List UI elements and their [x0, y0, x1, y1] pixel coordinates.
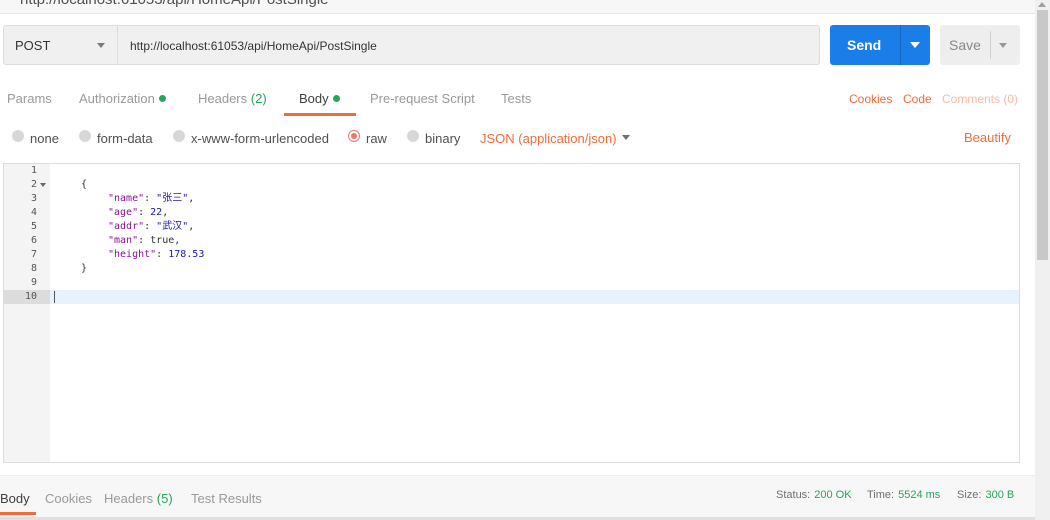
code-line: "addr": "武汉",	[108, 221, 195, 232]
line-number: 9	[30, 277, 37, 288]
status-dot-icon	[332, 95, 340, 102]
json-key: "man"	[108, 235, 139, 246]
active-line-highlight	[50, 290, 1019, 304]
line-number: 5	[30, 221, 37, 232]
time-value: 5524 ms	[898, 489, 941, 501]
json-key: "addr"	[108, 221, 145, 232]
comments-link[interactable]: Comments (0)	[942, 92, 1018, 106]
code-line: "age": 22,	[108, 207, 169, 218]
body-editor[interactable]: 1 2 3 4 5 6 7 8 9 10 { "name": "张三", "ag…	[3, 163, 1020, 463]
json-value: "张三"	[156, 193, 189, 204]
url-text: http://localhost:61053/api/HomeApi/PostS…	[130, 39, 377, 53]
send-label: Send	[847, 37, 882, 53]
url-input[interactable]: http://localhost:61053/api/HomeApi/PostS…	[118, 25, 820, 65]
active-response-tab-indicator	[0, 512, 36, 515]
text-cursor	[54, 291, 55, 303]
radio-none[interactable]	[12, 130, 24, 142]
response-status: Status: 200 OK	[776, 489, 852, 501]
tab-params-label: Params	[7, 91, 52, 106]
json-key: "age"	[108, 207, 139, 218]
save-label: Save	[949, 37, 981, 53]
response-size: Size: 300 B	[957, 489, 1014, 501]
tab-body-label: Body	[299, 91, 329, 106]
response-tab-body[interactable]: Body	[0, 491, 30, 506]
request-title-strip: http://localhost:61053/api/HomeApi/PostS…	[0, 0, 1035, 14]
status-dot-icon	[158, 95, 166, 102]
line-number: 4	[30, 207, 37, 218]
beautify-link[interactable]: Beautify	[964, 130, 1011, 145]
tab-prerequest-label: Pre-request Script	[370, 91, 475, 106]
scrollbar-thumb[interactable]	[1037, 10, 1048, 260]
response-headers-count: (5)	[156, 491, 173, 506]
chevron-down-icon	[97, 43, 105, 48]
tab-authorization[interactable]: Authorization	[79, 91, 166, 106]
radio-form-data[interactable]	[79, 130, 91, 142]
save-dropdown-icon[interactable]	[999, 43, 1007, 48]
code-line: "height": 178.53	[108, 249, 205, 260]
line-number: 3	[30, 193, 37, 204]
time-label: Time:	[867, 489, 895, 501]
radio-form-data-label[interactable]: form-data	[97, 131, 153, 146]
radio-none-label[interactable]: none	[30, 131, 59, 146]
save-divider	[990, 31, 991, 59]
json-value: 22	[150, 207, 163, 218]
radio-raw[interactable]	[348, 130, 360, 142]
response-tab-cookies[interactable]: Cookies	[45, 491, 92, 506]
method-label: POST	[15, 38, 51, 53]
status-value: 200 OK	[814, 489, 852, 501]
code-line: "name": "张三",	[108, 193, 195, 204]
tab-tests[interactable]: Tests	[501, 91, 531, 106]
tab-headers[interactable]: Headers (2)	[198, 91, 267, 106]
radio-raw-label[interactable]: raw	[366, 131, 387, 146]
tab-prerequest-script[interactable]: Pre-request Script	[370, 91, 475, 106]
send-dropdown-icon[interactable]	[910, 42, 920, 48]
request-title: http://localhost:61053/api/HomeApi/PostS…	[20, 0, 329, 8]
code-line: }	[81, 262, 87, 276]
code-line: "man": true,	[108, 235, 181, 246]
fold-toggle-icon[interactable]	[40, 183, 46, 187]
scroll-up-arrow-icon[interactable]	[1038, 2, 1046, 7]
line-number: 2	[30, 179, 37, 190]
json-key: "name"	[108, 193, 145, 204]
tab-tests-label: Tests	[501, 91, 532, 106]
line-number: 7	[30, 249, 37, 260]
postman-window: http://localhost:61053/api/HomeApi/PostS…	[0, 0, 1050, 520]
line-number: 6	[30, 235, 37, 246]
tab-body[interactable]: Body	[299, 91, 340, 106]
response-tab-headers[interactable]: Headers (5)	[104, 491, 173, 506]
save-button[interactable]: Save	[940, 25, 1020, 65]
json-value: true	[150, 235, 175, 246]
json-value: 178.53	[168, 249, 205, 260]
method-select[interactable]: POST	[3, 25, 118, 65]
tab-headers-count: (2)	[250, 91, 267, 106]
response-tab-test-results[interactable]: Test Results	[191, 491, 262, 506]
tab-authorization-label: Authorization	[79, 91, 155, 106]
json-key: "height"	[108, 249, 157, 260]
line-number: 1	[30, 165, 37, 176]
send-button[interactable]: Send	[830, 25, 930, 65]
tab-headers-label: Headers	[198, 91, 248, 106]
response-time: Time: 5524 ms	[867, 489, 940, 501]
size-label: Size:	[957, 489, 982, 501]
line-number: 10	[24, 291, 37, 302]
open-brace: {	[81, 179, 88, 190]
chevron-down-icon[interactable]	[622, 135, 630, 140]
close-brace: }	[81, 263, 88, 274]
radio-urlencoded-label[interactable]: x-www-form-urlencoded	[191, 131, 329, 146]
code-link[interactable]: Code	[903, 92, 932, 106]
active-tab-indicator	[284, 113, 356, 116]
radio-binary-label[interactable]: binary	[425, 131, 460, 146]
size-value: 300 B	[985, 489, 1015, 501]
cookies-link[interactable]: Cookies	[849, 92, 892, 106]
line-number: 8	[30, 263, 37, 274]
content-type-select[interactable]: JSON (application/json)	[480, 131, 617, 146]
code-line: {	[81, 178, 87, 192]
status-label: Status:	[776, 489, 811, 501]
radio-binary[interactable]	[407, 130, 419, 142]
response-tab-headers-label: Headers	[104, 491, 154, 506]
radio-urlencoded[interactable]	[173, 130, 185, 142]
send-divider	[900, 25, 901, 65]
tab-params[interactable]: Params	[7, 91, 52, 106]
json-value: "武汉"	[156, 221, 189, 232]
